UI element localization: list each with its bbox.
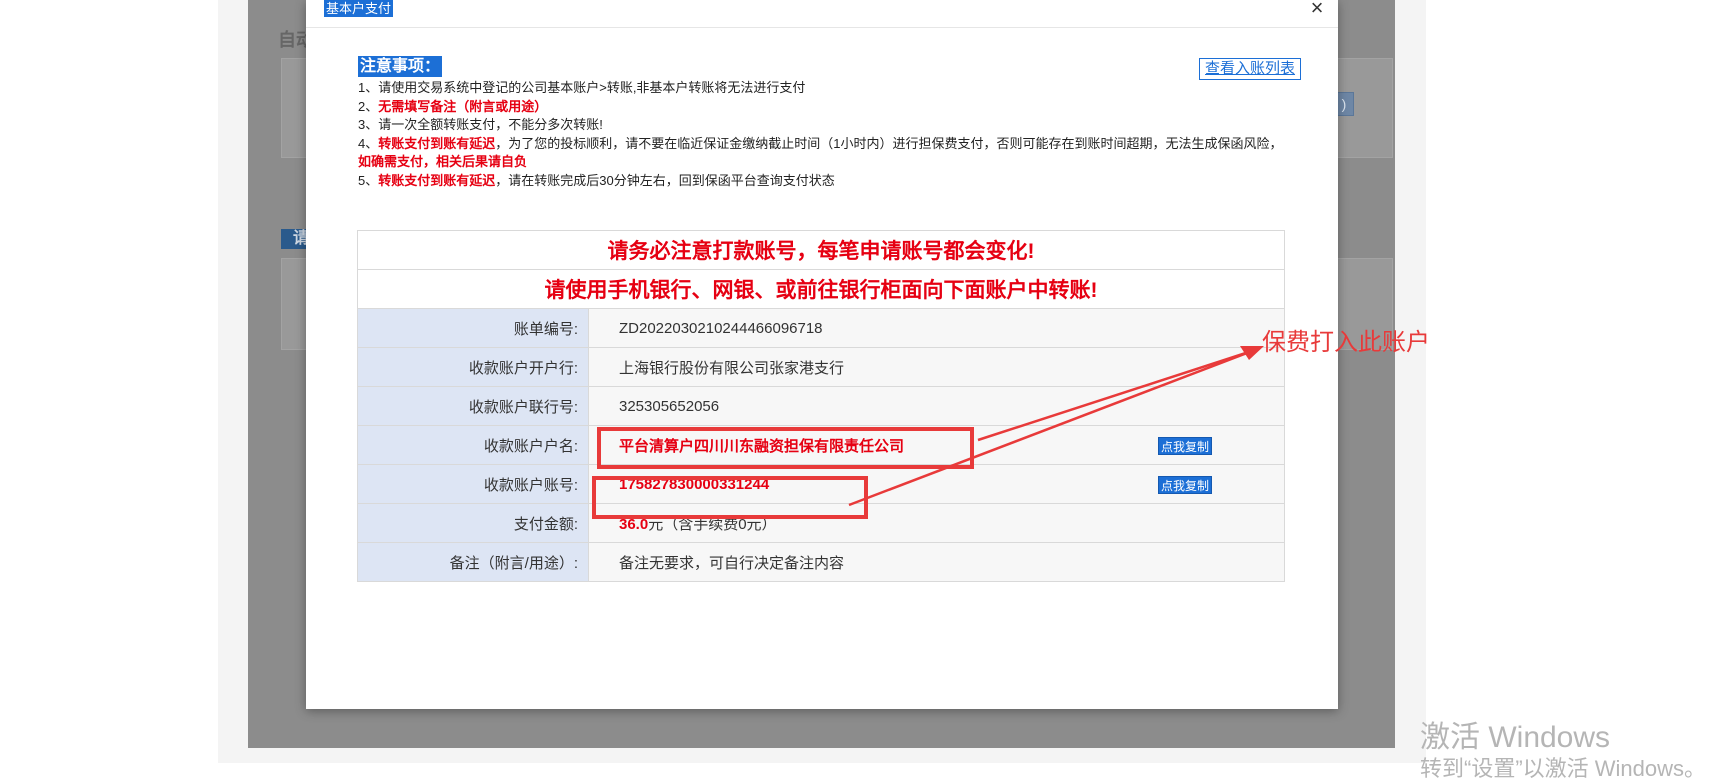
- bank-code-value: 325305652056: [588, 386, 1285, 426]
- note-text: ，请在转账完成后30分钟左右，回到保函平台查询支付状态: [495, 172, 835, 188]
- copy-account-number-button[interactable]: 点我复制: [1158, 476, 1213, 494]
- banner-row: 请务必注意打款账号，每笔申请账号都会变化!: [357, 230, 1285, 270]
- banner-row: 请使用手机银行、网银、或前往银行柜面向下面账户中转账!: [357, 269, 1285, 309]
- modal-title: 基本户支付: [324, 0, 394, 17]
- note-highlight: 转账支付到账有延迟: [378, 172, 496, 188]
- remark-value: 备注无要求，可自行决定备注内容: [588, 542, 1285, 582]
- note-highlight: 无需填写备注（附言或用途）: [378, 98, 548, 114]
- notes-section: 注意事项： 1、请使用交易系统中登记的公司基本账户>转账,非基本户转账将无法进行…: [358, 56, 1288, 190]
- amount-label: 支付金额:: [357, 503, 589, 543]
- warning-banner-2: 请使用手机银行、网银、或前往银行柜面向下面账户中转账!: [357, 269, 1285, 309]
- payment-modal: 基本户支付 × 注意事项： 1、请使用交易系统中登记的公司基本账户>转账,非基本…: [306, 0, 1338, 709]
- bank-code-label: 收款账户联行号:: [357, 386, 589, 426]
- close-icon[interactable]: ×: [1306, 0, 1328, 19]
- bill-number-value: ZD2022030210244466096718: [588, 308, 1285, 348]
- note-prefix: 2、: [358, 98, 379, 114]
- annotation-label: 保费打入此账户: [1262, 329, 1430, 356]
- bill-number-label: 账单编号:: [357, 308, 589, 348]
- note-prefix: 4、: [358, 135, 379, 151]
- note-line-3: 3、请一次全额转账支付，不能分多次转账!: [358, 117, 603, 132]
- note-line-5: 5、转账支付到账有延迟，请在转账完成后30分钟左右，回到保函平台查询支付状态: [358, 172, 1288, 191]
- note-line-4: 4、转账支付到账有延迟，为了您的投标顺利，请不要在临近保证金缴纳截止时间（1小时…: [358, 135, 1288, 172]
- note-highlight: 如确需支付，相关后果请自负: [358, 154, 528, 169]
- copy-account-name-button[interactable]: 点我复制: [1158, 437, 1213, 455]
- windows-activation-watermark: 激活 Windows: [1420, 721, 1611, 754]
- annotation-highlight-account-number: [592, 476, 868, 519]
- table-row: 收款账户开户行: 上海银行股份有限公司张家港支行: [357, 347, 1285, 387]
- table-row: 收款账户联行号: 325305652056: [357, 386, 1285, 426]
- notes-title: 注意事项：: [358, 56, 443, 77]
- account-number-label: 收款账户账号:: [357, 464, 589, 504]
- payment-info-table: 请务必注意打款账号，每笔申请账号都会变化! 请使用手机银行、网银、或前往银行柜面…: [357, 230, 1285, 582]
- account-name-label: 收款账户户名:: [357, 425, 589, 465]
- windows-activation-hint: 转到“设置”以激活 Windows。: [1420, 756, 1707, 781]
- note-highlight: 转账支付到账有延迟: [378, 135, 496, 151]
- view-deposit-list-button[interactable]: 查看入账列表: [1199, 58, 1302, 80]
- bank-name-value: 上海银行股份有限公司张家港支行: [588, 347, 1285, 387]
- annotation-highlight-account-name: [597, 427, 974, 469]
- modal-header: 基本户支付 ×: [306, 0, 1338, 28]
- remark-label: 备注（附言/用途）:: [357, 542, 589, 582]
- note-prefix: 5、: [358, 172, 379, 188]
- note-line-1: 1、请使用交易系统中登记的公司基本账户>转账,非基本户转账将无法进行支付: [358, 80, 806, 95]
- bank-name-label: 收款账户开户行:: [357, 347, 589, 387]
- warning-banner-1: 请务必注意打款账号，每笔申请账号都会变化!: [357, 230, 1285, 270]
- note-line-2: 2、无需填写备注（附言或用途）: [358, 98, 1288, 117]
- table-row: 账单编号: ZD2022030210244466096718: [357, 308, 1285, 348]
- table-row: 备注（附言/用途）: 备注无要求，可自行决定备注内容: [357, 542, 1285, 582]
- note-text: ，为了您的投标顺利，请不要在临近保证金缴纳截止时间（1小时内）进行担保费支付，否…: [495, 135, 1283, 151]
